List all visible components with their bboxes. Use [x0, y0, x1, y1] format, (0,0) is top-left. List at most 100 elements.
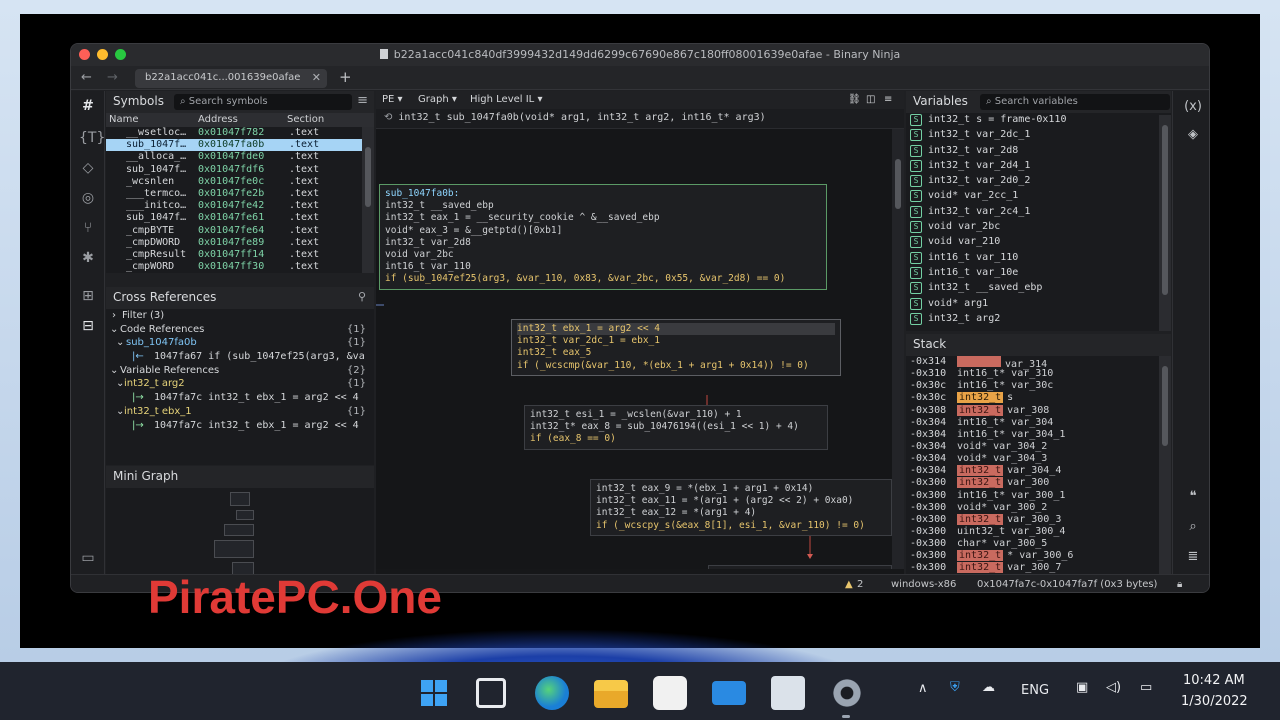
- menu-icon[interactable]: ≡: [357, 93, 368, 108]
- list-icon[interactable]: ≣: [1183, 549, 1203, 567]
- hash-icon[interactable]: #: [79, 97, 97, 115]
- xref-var1[interactable]: ⌄ int32_t arg2 {1}: [106, 377, 374, 391]
- view-il-dropdown[interactable]: High Level IL ▾: [470, 94, 542, 105]
- stack-row[interactable]: -0x300 char* var_300_5: [906, 538, 1171, 550]
- variable-row[interactable]: Svoid* var_2cc_1: [906, 189, 1171, 204]
- stack-row[interactable]: -0x308 int32_t var_308: [906, 404, 1171, 417]
- language-indicator[interactable]: ENG: [1021, 683, 1049, 698]
- variables-toggle-icon[interactable]: (x): [1183, 99, 1203, 117]
- variables-scrollbar[interactable]: [1159, 115, 1171, 331]
- back-arrow-icon[interactable]: ←: [81, 70, 92, 85]
- symbol-row[interactable]: __alloca_… 0x01047fde0 .text: [106, 151, 374, 163]
- il-line[interactable]: int32_t eax_12 = *(arg1 + 4): [596, 507, 886, 519]
- symbol-row[interactable]: ___initco… 0x01047fe42 .text: [106, 200, 374, 212]
- store-icon[interactable]: [653, 676, 687, 710]
- stack-row[interactable]: -0x304 int16_t* var_304_1: [906, 429, 1171, 441]
- new-tab-button[interactable]: +: [339, 68, 352, 86]
- onedrive-cloud-icon[interactable]: ☁: [982, 680, 995, 695]
- il-line[interactable]: if (_wcscpy_s(&eax_8[1], esi_1, &var_110…: [596, 520, 886, 532]
- edge-browser-icon[interactable]: [535, 676, 569, 710]
- basic-block-2[interactable]: int32_t ebx_1 = arg2 << 4 int32_t var_2dc…: [511, 319, 841, 376]
- il-line[interactable]: int32_t eax_1 = __security_cookie ^ &__s…: [385, 212, 821, 224]
- il-line[interactable]: int32_t var_2dc_1 = ebx_1: [517, 335, 835, 347]
- stack-row[interactable]: -0x304 int16_t* var_304: [906, 417, 1171, 429]
- stack-row[interactable]: -0x310 int16_t* var_310: [906, 368, 1171, 380]
- variable-row[interactable]: Svoid var_210: [906, 235, 1171, 250]
- basic-block-4[interactable]: int32_t eax_9 = *(ebx_1 + arg1 + 0x14) in…: [590, 479, 892, 536]
- symbol-row[interactable]: _cmpDWORD 0x01047fe89 .text: [106, 237, 374, 249]
- il-line[interactable]: void* eax_3 = &__getptd()[0xb1]: [385, 225, 821, 237]
- stack-row[interactable]: -0x300 int32_t * var_300_6: [906, 550, 1171, 562]
- forward-arrow-icon[interactable]: →: [107, 70, 118, 85]
- tag-icon[interactable]: ◇: [79, 159, 97, 177]
- view-pe-dropdown[interactable]: PE ▾: [382, 94, 403, 105]
- symbol-row[interactable]: sub_1047f… 0x01047fe61 .text: [106, 212, 374, 224]
- symbol-row[interactable]: _wcsnlen 0x01047fe0c .text: [106, 176, 374, 188]
- stack-row[interactable]: -0x300 int32_t var_300_3: [906, 513, 1171, 526]
- platform-label[interactable]: windows-x86: [891, 579, 956, 590]
- symbol-row[interactable]: ___termco… 0x01047fe2b .text: [106, 188, 374, 200]
- basic-block-5[interactable]: bool cond:0_1 = var_110 != 0*(ebx_1 + ar…: [708, 565, 892, 569]
- stack-row[interactable]: -0x304 int32_t var_304_4: [906, 465, 1171, 477]
- link-icon[interactable]: ⛓: [848, 94, 861, 105]
- mini-node[interactable]: [214, 540, 254, 558]
- il-line[interactable]: void var_2bc: [385, 249, 821, 261]
- symbol-row[interactable]: _cmpResult 0x01047ff14 .text: [106, 249, 374, 261]
- lock-icon[interactable]: 🔒︎: [1177, 579, 1182, 590]
- variable-row[interactable]: Sint16_t var_110: [906, 251, 1171, 266]
- clock-date[interactable]: 1/30/2022: [1181, 694, 1248, 709]
- volume-icon[interactable]: ◁): [1106, 680, 1121, 695]
- layers-icon[interactable]: ◈: [1183, 127, 1203, 145]
- variable-row[interactable]: Sint16_t var_10e: [906, 266, 1171, 281]
- il-line[interactable]: int32_t ebx_1 = arg2 << 4: [517, 323, 835, 336]
- il-line[interactable]: int32_t eax_9 = *(ebx_1 + arg1 + 0x14): [596, 483, 886, 495]
- location-pin-icon[interactable]: ◎: [79, 189, 97, 207]
- basic-block-entry[interactable]: sub_1047fa0b: int32_t __saved_ebp int32_t …: [379, 184, 827, 290]
- network-icon[interactable]: ▣: [1076, 680, 1088, 695]
- xref-func-node[interactable]: ⌄ sub_1047fa0b {1}: [106, 336, 374, 350]
- il-line[interactable]: sub_1047fa0b:: [385, 188, 821, 200]
- tab-close-icon[interactable]: ✕: [312, 71, 321, 84]
- terminal-icon[interactable]: ▭: [79, 549, 97, 567]
- variables-search-input[interactable]: ⌕ Search variables: [980, 94, 1170, 110]
- flow-graph[interactable]: sub_1047fa0b: int32_t __saved_ebp int32_t …: [376, 129, 892, 569]
- warning-count[interactable]: 2: [857, 579, 863, 590]
- bug-icon[interactable]: ✱: [79, 249, 97, 267]
- variable-row[interactable]: Sint32_t var_2d8: [906, 144, 1171, 159]
- symbols-scroll-thumb[interactable]: [365, 147, 371, 207]
- il-line[interactable]: if (_wcscmp(&var_110, *(ebx_1 + arg1 + 0…: [517, 360, 835, 372]
- mini-node[interactable]: [236, 510, 254, 520]
- tab-file[interactable]: b22a1acc041c...001639e0afae ✕: [135, 69, 327, 88]
- symbol-row[interactable]: __wsetloc… 0x01047f782 .text: [106, 127, 374, 139]
- variable-row[interactable]: Sint32_t var_2dc_1: [906, 128, 1171, 143]
- il-line[interactable]: int32_t eax_5: [517, 347, 835, 359]
- xref-code-line[interactable]: |← 1047fa67 if (sub_1047ef25(arg3, &va: [106, 350, 374, 364]
- basic-block-3[interactable]: int32_t esi_1 = _wcslen(&var_110) + 1 int…: [524, 405, 828, 450]
- stack-row[interactable]: -0x30c int16_t* var_30c: [906, 380, 1171, 392]
- xref-code-refs[interactable]: ⌄ Code References {1}: [106, 323, 374, 337]
- stack-row[interactable]: -0x314 var_314: [906, 356, 1171, 370]
- graph-vertical-scrollbar[interactable]: [892, 129, 904, 569]
- stack-row[interactable]: -0x304 void* var_304_3: [906, 453, 1171, 465]
- xref-filter[interactable]: › Filter (3): [106, 309, 374, 323]
- file-explorer-icon[interactable]: [594, 680, 628, 708]
- battery-icon[interactable]: ▭: [1140, 680, 1152, 695]
- stack-row[interactable]: -0x304 void* var_304_2: [906, 441, 1171, 453]
- xref-var1-line[interactable]: |→ 1047fa7c int32_t ebx_1 = arg2 << 4: [106, 391, 374, 405]
- types-icon[interactable]: {T}: [79, 129, 105, 147]
- variable-row[interactable]: Svoid var_2bc: [906, 220, 1171, 235]
- col-address[interactable]: Address: [198, 114, 238, 125]
- stack-row[interactable]: -0x30c int32_t s: [906, 392, 1171, 404]
- il-line[interactable]: int32_t var_2d8: [385, 237, 821, 249]
- variable-row[interactable]: Sint32_t arg2: [906, 312, 1171, 327]
- il-line[interactable]: int32_t eax_11 = *(arg1 + (arg2 << 2) + …: [596, 495, 886, 507]
- il-line[interactable]: int32_t __saved_ebp: [385, 200, 821, 212]
- variable-row[interactable]: Sint32_t s = frame-0x110: [906, 113, 1171, 128]
- pin-icon[interactable]: ⚲: [358, 290, 366, 303]
- stack-scroll-thumb[interactable]: [1162, 366, 1168, 446]
- col-name[interactable]: Name: [109, 114, 139, 125]
- symbols-scrollbar[interactable]: [362, 127, 374, 273]
- tray-overflow-icon[interactable]: ∧: [918, 681, 928, 696]
- hierarchy-icon[interactable]: ⊟: [79, 317, 97, 335]
- variable-row[interactable]: Sint32_t var_2c4_1: [906, 205, 1171, 220]
